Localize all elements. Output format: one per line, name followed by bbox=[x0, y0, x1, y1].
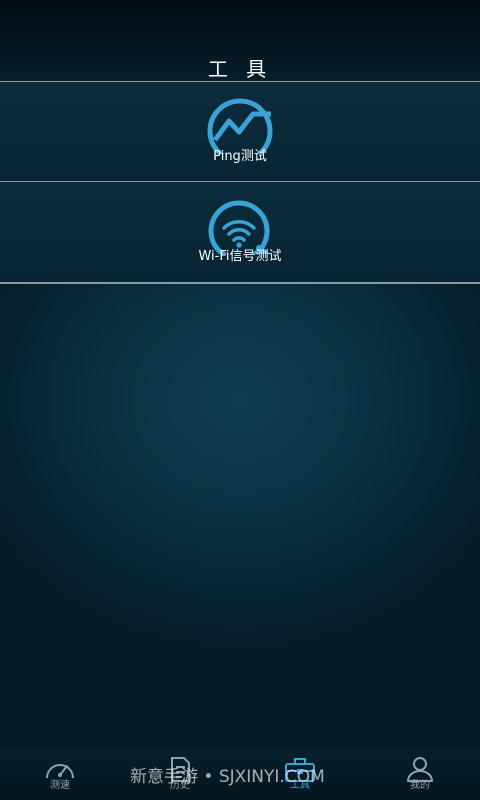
tool-item-ping[interactable]: Ping测试 bbox=[0, 82, 480, 181]
tool-item-wifi[interactable]: Wi-Fi信号测试 bbox=[0, 182, 480, 281]
page-title: 工 具 bbox=[207, 57, 273, 81]
nav-label: 测速 bbox=[50, 780, 70, 791]
nav-tab-speed-test[interactable]: 测速 bbox=[0, 750, 120, 800]
divider bbox=[0, 282, 480, 284]
nav-label: 我的 bbox=[410, 780, 430, 791]
wifi-search-icon bbox=[208, 200, 271, 254]
tool-label-wifi: Wi-Fi信号测试 bbox=[198, 249, 282, 264]
tool-label-ping: Ping测试 bbox=[213, 149, 267, 164]
watermark: 新意手游 • SJXINYI.COM bbox=[130, 767, 325, 787]
ping-chart-icon bbox=[207, 98, 273, 154]
nav-tab-me[interactable]: 我的 bbox=[360, 750, 480, 800]
